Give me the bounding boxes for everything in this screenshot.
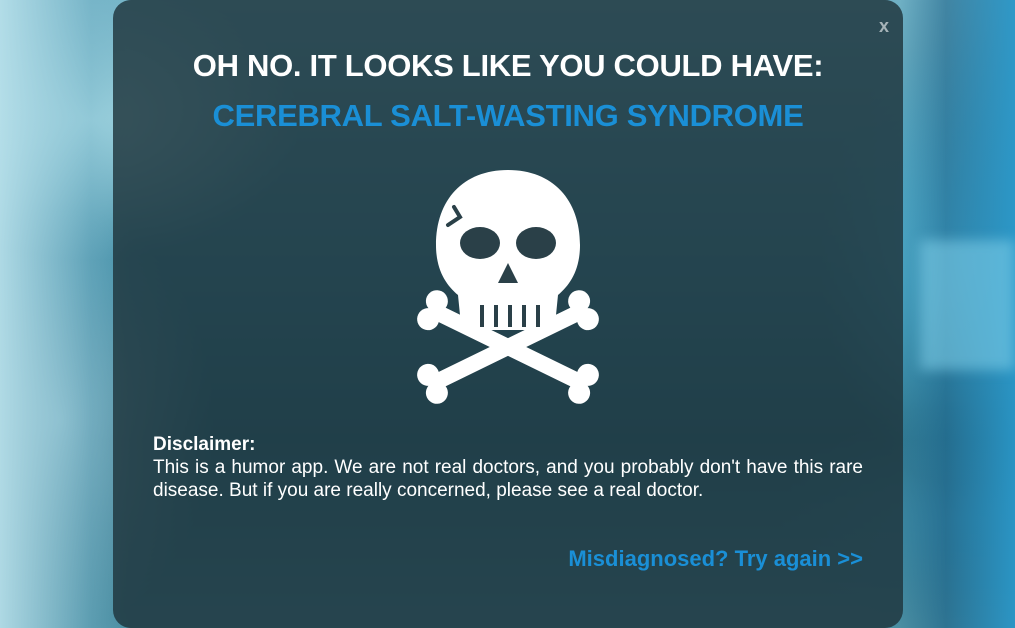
- skull-and-crossbones-icon: [417, 170, 599, 404]
- diagnosis-modal: x OH NO. IT LOOKS LIKE YOU COULD HAVE: C…: [113, 0, 903, 628]
- background-monitor: [920, 240, 1015, 370]
- try-again-link[interactable]: Misdiagnosed? Try again >>: [568, 546, 863, 572]
- headline: OH NO. IT LOOKS LIKE YOU COULD HAVE:: [192, 48, 824, 83]
- background-light-left: [0, 0, 130, 628]
- disclaimer-title: Disclaimer:: [153, 434, 256, 455]
- diagnosis-title: CEREBRAL SALT-WASTING SYNDROME: [212, 98, 804, 133]
- disclaimer: Disclaimer: This is a humor app. We are …: [153, 433, 863, 502]
- close-button[interactable]: x: [879, 16, 889, 37]
- disclaimer-text: This is a humor app. We are not real doc…: [153, 457, 863, 501]
